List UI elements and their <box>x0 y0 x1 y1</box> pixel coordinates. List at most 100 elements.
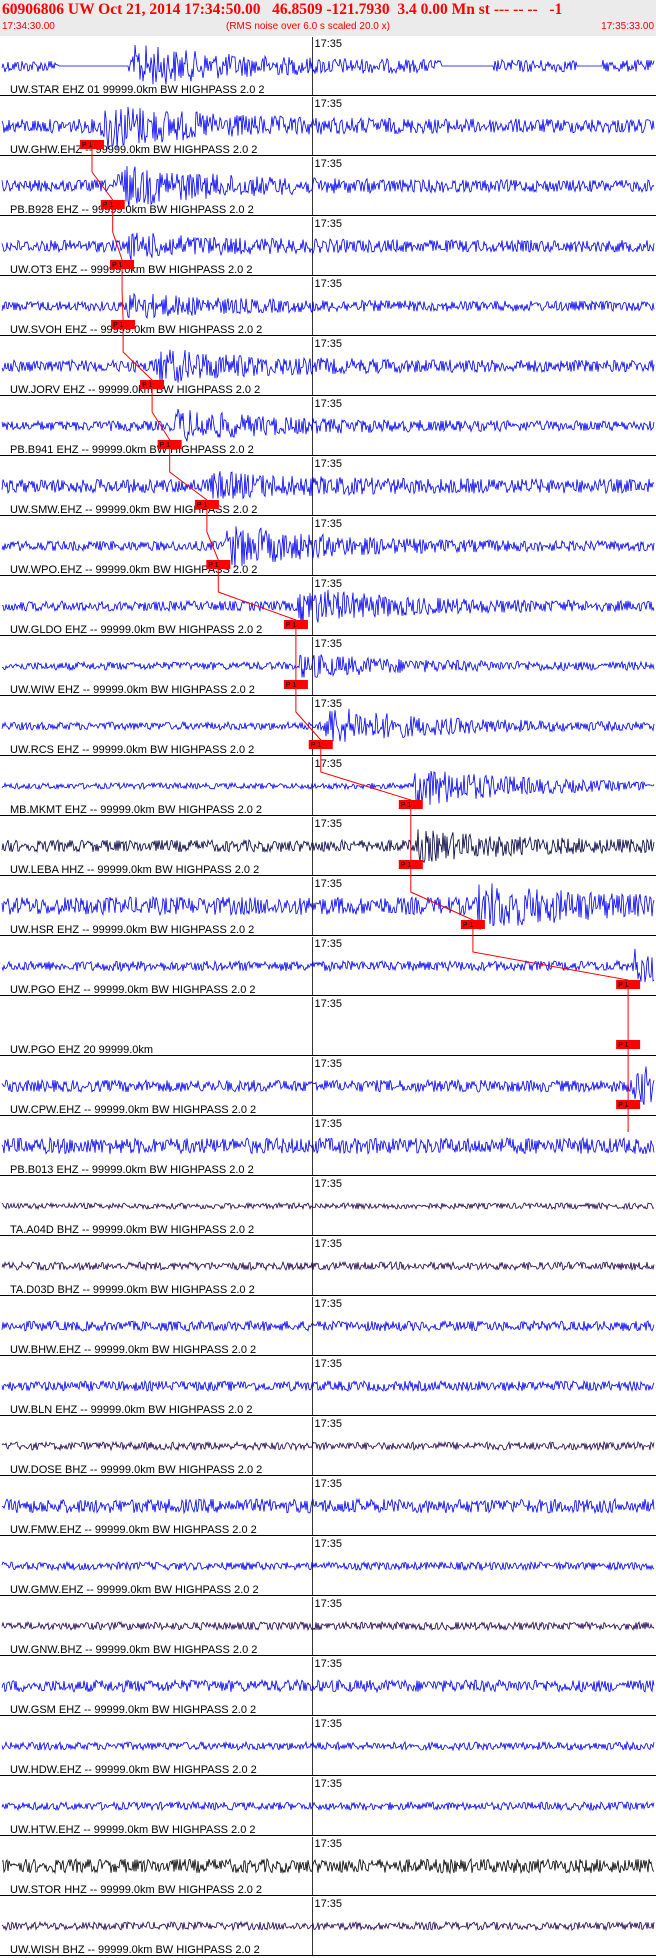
station-label: UW.GHW.EHZ -- 99999.0km BW HIGHPASS 2.0 … <box>10 144 257 156</box>
waveform-trace <box>1 1920 655 1932</box>
waveform-trace <box>1 292 655 320</box>
time-mark-label: 17:35 <box>314 758 342 770</box>
waveform-trace <box>1 232 655 261</box>
waveform-trace <box>1 1379 655 1393</box>
waveform-trace <box>1 1066 655 1105</box>
waveform-trace <box>1 1201 655 1211</box>
station-label: UW.RCS EHZ -- 99999.0km BW HIGHPASS 2.0 … <box>10 744 254 756</box>
waveform-trace <box>1 1440 655 1452</box>
time-mark-label: 17:35 <box>314 1598 342 1610</box>
station-label: UW.LEBA HHZ -- 99999.0km BW HIGHPASS 2.0… <box>10 864 259 876</box>
header-bar: 60906806 UW Oct 21, 2014 17:34:50.00 46.… <box>0 0 656 36</box>
waveform-trace <box>1 708 655 742</box>
time-mark-label: 17:35 <box>314 158 342 170</box>
station-label: UW.HDW.EHZ -- 99999.0km BW HIGHPASS 2.0 … <box>10 1764 257 1776</box>
time-mark-label: 17:35 <box>314 218 342 230</box>
pick-marker-label: P 1 <box>208 562 218 569</box>
time-mark-label: 17:35 <box>314 1358 342 1370</box>
station-label: UW.BLN EHZ -- 99999.0km BW HIGHPASS 2.0 … <box>10 1404 252 1416</box>
waveform-trace <box>1 1260 655 1272</box>
time-mark-label: 17:35 <box>314 878 342 890</box>
station-label: UW.SMW.EHZ -- 99999.0km BW HIGHPASS 2.0 … <box>10 504 257 516</box>
time-mark-label: 17:35 <box>314 1238 342 1250</box>
station-label: UW.GLDO EHZ -- 99999.0km BW HIGHPASS 2.0… <box>10 624 262 636</box>
waveform-trace <box>1 1740 655 1752</box>
time-mark-label: 17:35 <box>314 998 342 1010</box>
station-label: UW.PGO EHZ -- 99999.0km BW HIGHPASS 2.0 … <box>10 984 256 996</box>
time-mark-label: 17:35 <box>314 698 342 710</box>
time-mark-label: 17:35 <box>314 1298 342 1310</box>
time-mark-label: 17:35 <box>314 1718 342 1730</box>
time-mark-label: 17:35 <box>314 638 342 650</box>
waveform-trace <box>1 883 655 930</box>
time-mark-label: 17:35 <box>314 1418 342 1430</box>
station-label: UW.HSR EHZ -- 99999.0km BW HIGHPASS 2.0 … <box>10 924 254 936</box>
time-mark-label: 17:35 <box>314 278 342 290</box>
pick-marker-label: P 1 <box>311 742 321 749</box>
waveform-trace <box>1 948 655 983</box>
time-mark-label: 17:35 <box>314 1658 342 1670</box>
waveform-trace <box>1 349 655 383</box>
waveform-trace <box>1 409 655 442</box>
waveform-trace <box>1 166 655 207</box>
waveform-trace <box>1 654 655 678</box>
end-time: 17:35:33.00 <box>601 21 654 32</box>
time-mark-label: 17:35 <box>314 98 342 110</box>
pick-marker-label: P 1 <box>286 622 296 629</box>
station-label: TA.A04D BHZ -- 99999.0km BW HIGHPASS 2.0… <box>10 1224 254 1236</box>
station-label: MB.MKMT EHZ -- 99999.0km BW HIGHPASS 2.0… <box>10 804 262 816</box>
time-mark-label: 17:35 <box>314 938 342 950</box>
time-mark-label: 17:35 <box>314 1058 342 1070</box>
station-label: UW.GNW.BHZ -- 99999.0km BW HIGHPASS 2.0 … <box>10 1644 257 1656</box>
station-label: UW.HTW.EHZ -- 99999.0km BW HIGHPASS 2.0 … <box>10 1824 256 1836</box>
start-time: 17:34:30.00 <box>2 21 55 32</box>
station-label: UW.GSM EHZ -- 99999.0km BW HIGHPASS 2.0 … <box>10 1704 256 1716</box>
pick-marker-label: P 1 <box>160 442 170 449</box>
time-mark-label: 17:35 <box>314 1118 342 1130</box>
station-label: UW.STOR HHZ -- 99999.0km BW HIGHPASS 2.0… <box>10 1884 262 1896</box>
waveform-trace <box>1 526 655 568</box>
station-label: UW.WISH BHZ -- 99999.0km BW HIGHPASS 2.0… <box>10 1944 260 1956</box>
station-label: UW.FMW.EHZ -- 99999.0km BW HIGHPASS 2.0 … <box>10 1524 257 1536</box>
pick-marker-label: P 1 <box>112 262 122 269</box>
station-label: PB.B941 EHZ -- 99999.0km BW HIGHPASS 2.0… <box>10 444 254 456</box>
pick-marker-label: P 1 <box>142 382 152 389</box>
waveform-trace <box>1 1620 655 1632</box>
waveform-trace <box>1 829 655 864</box>
pick-marker-label: P 1 <box>113 322 123 329</box>
station-label: UW.DOSE BHZ -- 99999.0km BW HIGHPASS 2.0… <box>10 1464 262 1476</box>
waveform-trace <box>1 1497 655 1515</box>
time-mark-label: 17:35 <box>314 1838 342 1850</box>
time-mark-label: 17:35 <box>314 1538 342 1550</box>
station-label: TA.D03D BHZ -- 99999.0km BW HIGHPASS 2.0… <box>10 1284 255 1296</box>
waveform-trace <box>1 770 655 808</box>
station-label: UW.PGO EHZ 20 99999.0km <box>10 1044 153 1056</box>
time-mark-label: 17:35 <box>314 1898 342 1910</box>
pick-marker-label: P 1 <box>618 1102 628 1109</box>
pick-marker-label: P 1 <box>463 922 473 929</box>
waveform-trace <box>1 471 655 500</box>
waveform-trace <box>1 589 655 626</box>
time-mark-label: 17:35 <box>314 38 342 50</box>
pick-marker-label: P 1 <box>82 142 92 149</box>
pick-marker-label: P 1 <box>401 862 411 869</box>
station-label: PB.B013 EHZ -- 99999.0km BW HIGHPASS 2.0… <box>10 1164 254 1176</box>
station-label: UW.GMW.EHZ -- 99999.0km BW HIGHPASS 2.0 … <box>10 1584 259 1596</box>
waveform-trace <box>1 1857 655 1875</box>
station-label: PB.B928 EHZ -- 99999.0km BW HIGHPASS 2.0… <box>10 204 254 216</box>
time-mark-label: 17:35 <box>314 1478 342 1490</box>
waveform-trace <box>1 1319 655 1332</box>
station-label: UW.SVOH EHZ -- 99999.0km BW HIGHPASS 2.0… <box>10 324 262 336</box>
time-mark-label: 17:35 <box>314 398 342 410</box>
time-mark-label: 17:35 <box>314 338 342 350</box>
time-mark-label: 17:35 <box>314 578 342 590</box>
waveform-trace <box>1 1560 655 1572</box>
time-mark-label: 17:35 <box>314 1178 342 1190</box>
rms-note: (RMS noise over 6.0 s scaled 20.0 x) <box>226 21 390 32</box>
station-label: UW.STAR EHZ 01 99999.0km BW HIGHPASS 2.0… <box>10 84 265 96</box>
time-mark-label: 17:35 <box>314 818 342 830</box>
waveform-trace <box>1 44 655 85</box>
pick-marker-label: P 1 <box>401 802 411 809</box>
station-label: UW.WIW EHZ -- 99999.0km BW HIGHPASS 2.0 … <box>10 684 255 696</box>
waveform-trace <box>1 1800 655 1812</box>
